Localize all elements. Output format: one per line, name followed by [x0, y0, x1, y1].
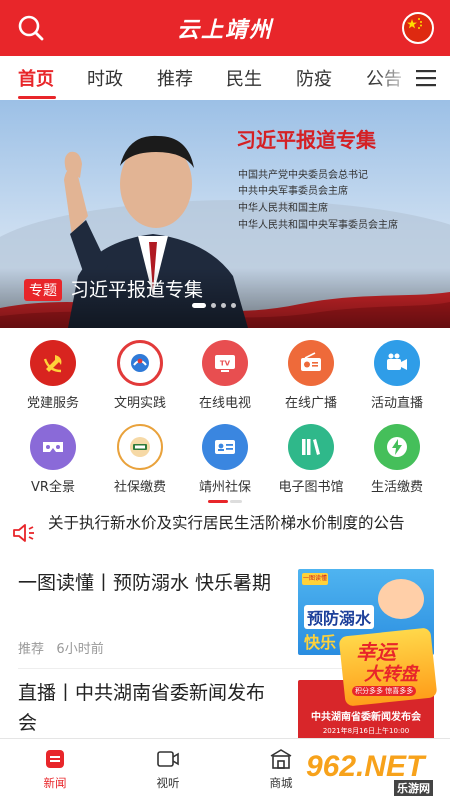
service-e-library[interactable]: 电子图书馆 [266, 420, 356, 500]
china-flag-avatar[interactable] [402, 12, 434, 44]
thumb-date: 2021年8月16日上午10:00 [322, 727, 410, 735]
tab-fade [374, 56, 414, 100]
carousel-dot[interactable] [221, 303, 226, 308]
video-icon [157, 751, 179, 767]
service-jingzhou-social-security[interactable]: 靖州社保 [180, 420, 270, 500]
banner-caption-shade [0, 268, 450, 328]
service-civilization[interactable]: 文明实践 [95, 336, 185, 416]
id-card-icon [202, 424, 248, 470]
service-label: 社保缴费 [113, 480, 166, 495]
banner-caption: 习近平报道专集 [70, 279, 204, 301]
service-social-security-payment[interactable]: 社保缴费 [95, 420, 185, 500]
service-utility-payment[interactable]: 生活缴费 [352, 420, 442, 500]
grid-page-indicator-active [208, 500, 228, 503]
service-label: 电子图书馆 [278, 480, 344, 495]
tab-epidemic[interactable]: 防疫 [296, 65, 332, 91]
promo-line2: 大转盘 [364, 664, 418, 685]
service-online-radio[interactable]: 在线广播 [266, 336, 356, 416]
lightning-icon [374, 424, 420, 470]
shop-icon [270, 749, 292, 769]
service-label: 靖州社保 [198, 480, 251, 495]
grid-page-indicator-inactive [230, 500, 242, 503]
service-grid: 党建服务 文明实践 TV 在线电视 在线广播 活动直播 VR全景 社保缴费 靖州… [0, 336, 450, 500]
service-live-events[interactable]: 活动直播 [352, 336, 442, 416]
thumb-text: 中共湖南省委新闻发布会 [311, 712, 421, 723]
radio-icon [288, 340, 334, 386]
active-tab-indicator [18, 96, 56, 99]
svg-text:TV: TV [220, 360, 231, 368]
grid-page-indicator [208, 500, 242, 503]
tab-livelihood[interactable]: 民生 [226, 65, 262, 91]
watermark-brand: 962.NET [306, 750, 425, 783]
thumb-text: 快乐 [304, 633, 337, 652]
promo-sub: 积分多多 惊喜多多 [352, 686, 417, 696]
notice-text[interactable]: 关于执行新水价及实行居民生活阶梯水价制度的公告 [48, 512, 440, 534]
speaker-icon [13, 524, 34, 542]
banner-subtitle-3: 中华人民共和国主席 [238, 203, 328, 214]
notice-bar[interactable]: 关于执行新水价及实行居民生活阶梯水价制度的公告 [0, 508, 450, 560]
service-online-tv[interactable]: TV 在线电视 [180, 336, 270, 416]
service-label: 活动直播 [370, 396, 423, 411]
news-title[interactable]: 一图读懂丨预防溺水 快乐暑期 [18, 568, 280, 598]
service-label: 文明实践 [113, 396, 166, 411]
service-label: 生活缴费 [370, 480, 423, 495]
vr-glasses-icon [30, 424, 76, 470]
tab-politics[interactable]: 时政 [87, 65, 123, 91]
news-title[interactable]: 直播丨中共湖南省委新闻发布会 [18, 678, 280, 738]
flag-icon [404, 14, 432, 42]
news-category: 推荐 [18, 642, 45, 657]
nav-news[interactable]: 新闻 [20, 747, 90, 791]
social-security-badge-icon [117, 424, 163, 470]
thumb-badge: 一图读懂 [302, 573, 328, 585]
service-party-building[interactable]: 党建服务 [8, 336, 98, 416]
banner-subtitle-2: 中共中央军事委员会主席 [238, 186, 348, 197]
nav-label: 新闻 [43, 776, 67, 790]
carousel-dot-active[interactable] [192, 303, 206, 308]
site-watermark: 962.NET 乐游网 [306, 746, 444, 796]
tv-icon: TV [202, 340, 248, 386]
banner-subtitle-4: 中华人民共和国中央军事委员会主席 [238, 220, 398, 231]
service-label: 党建服务 [26, 396, 79, 411]
app-header: 云上靖州 [0, 0, 450, 56]
app-title: 云上靖州 [176, 18, 273, 43]
watermark-sub: 乐游网 [394, 780, 433, 796]
category-tabs: 首页 时政 推荐 民生 防疫 公告 [0, 56, 450, 100]
news-icon [46, 750, 64, 768]
banner-title: 习近平报道专集 [236, 128, 376, 152]
video-camera-icon [374, 340, 420, 386]
banner-subtitle-1: 中国共产党中央委员会总书记 [238, 170, 368, 181]
nav-label: 视听 [156, 776, 180, 790]
thumb-illustration [378, 579, 424, 619]
carousel-dot[interactable] [231, 303, 236, 308]
lucky-wheel-promo[interactable]: 幸运 大转盘 积分多多 惊喜多多 [338, 626, 438, 707]
news-time: 6小时前 [56, 642, 104, 657]
banner-tag: 专题 [24, 279, 62, 301]
party-emblem-icon [30, 340, 76, 386]
service-label: 在线电视 [198, 396, 251, 411]
tab-home[interactable]: 首页 [18, 65, 54, 91]
books-icon [288, 424, 334, 470]
news-meta: 推荐 6小时前 [18, 638, 104, 657]
carousel-dot[interactable] [211, 303, 216, 308]
featured-banner[interactable]: 习近平报道专集 中国共产党中央委员会总书记 中共中央军事委员会主席 中华人民共和… [0, 100, 450, 328]
service-label: VR全景 [31, 480, 75, 495]
service-label: 在线广播 [284, 396, 337, 411]
nav-video[interactable]: 视听 [133, 747, 203, 791]
civilization-badge-icon [117, 340, 163, 386]
service-vr[interactable]: VR全景 [8, 420, 98, 500]
menu-icon[interactable] [416, 68, 438, 88]
tab-recommend[interactable]: 推荐 [157, 65, 193, 91]
